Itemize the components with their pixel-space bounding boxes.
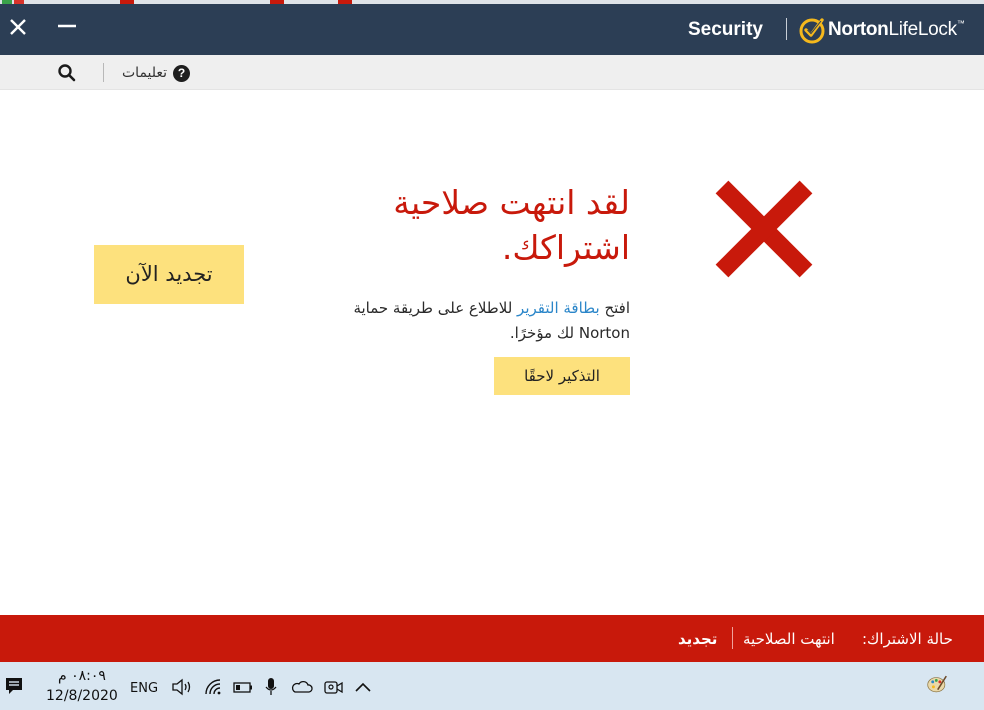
network-button[interactable] xyxy=(203,677,225,697)
onedrive-icon xyxy=(291,680,313,693)
title-divider xyxy=(786,18,787,40)
volume-button[interactable] xyxy=(171,677,193,697)
paint-app-button[interactable] xyxy=(922,674,952,700)
toolbar: تعليمات ? xyxy=(0,55,984,90)
help-menu[interactable]: تعليمات ? xyxy=(122,63,191,83)
chevron-up-icon xyxy=(355,682,371,692)
onedrive-button[interactable] xyxy=(290,677,314,697)
meet-now-icon xyxy=(324,681,343,694)
toolbar-divider xyxy=(103,63,104,82)
report-card-link[interactable]: بطاقة التقرير xyxy=(517,299,600,317)
subscription-status-label: حالة الاشتراك: xyxy=(862,630,953,648)
description-text: افتح بطاقة التقرير للاطلاع على طريقة حما… xyxy=(300,296,630,346)
status-divider xyxy=(732,627,733,649)
headline-line-1: لقد انتهت صلاحية xyxy=(393,183,630,222)
app-title: Security xyxy=(688,19,763,40)
title-bar: Security NortonLifeLock™ xyxy=(0,4,984,55)
subscription-status-bar: حالة الاشتراك: انتهت الصلاحية تجديد xyxy=(0,615,984,662)
remind-later-button[interactable]: التذكير لاحقًا xyxy=(494,357,630,395)
windows-taskbar: ٠٨:٠٩ م 12/8/2020 ENG xyxy=(0,662,984,710)
wifi-icon xyxy=(205,679,221,695)
notification-icon xyxy=(6,678,22,694)
language-indicator[interactable]: ENG xyxy=(130,681,158,696)
close-icon xyxy=(10,19,26,35)
volume-icon xyxy=(172,678,191,696)
minimize-button[interactable] xyxy=(55,12,81,40)
help-icon: ? xyxy=(173,64,191,82)
microphone-icon xyxy=(265,678,277,695)
show-hidden-icons-button[interactable] xyxy=(352,677,374,697)
close-button[interactable] xyxy=(5,13,31,41)
logo-wordmark: NortonLifeLock™ xyxy=(828,19,965,40)
battery-icon xyxy=(233,682,252,693)
battery-button[interactable] xyxy=(232,677,254,697)
subscription-status-value: انتهت الصلاحية xyxy=(743,630,835,648)
norton-check-icon xyxy=(799,18,825,44)
search-button[interactable] xyxy=(57,63,77,83)
paint-palette-icon xyxy=(927,675,947,693)
headline-line-2: اشتراكك. xyxy=(501,228,630,267)
desc-before: افتح xyxy=(599,299,630,317)
microphone-button[interactable] xyxy=(263,677,279,697)
norton-lifelock-logo: NortonLifeLock™ xyxy=(798,14,965,46)
clock-time[interactable]: ٠٨:٠٩ م xyxy=(58,668,106,684)
expired-x-icon xyxy=(715,180,813,278)
renew-now-button[interactable]: تجديد الآن xyxy=(94,245,244,304)
search-icon xyxy=(58,64,76,82)
renew-link[interactable]: تجديد xyxy=(678,630,717,648)
meet-now-button[interactable] xyxy=(323,677,345,697)
minimize-icon xyxy=(58,24,76,28)
clock-date[interactable]: 12/8/2020 xyxy=(46,688,118,704)
expired-headline: لقد انتهت صلاحية اشتراكك. xyxy=(330,180,630,270)
notification-center-button[interactable] xyxy=(4,676,24,696)
help-label: تعليمات xyxy=(122,65,168,81)
